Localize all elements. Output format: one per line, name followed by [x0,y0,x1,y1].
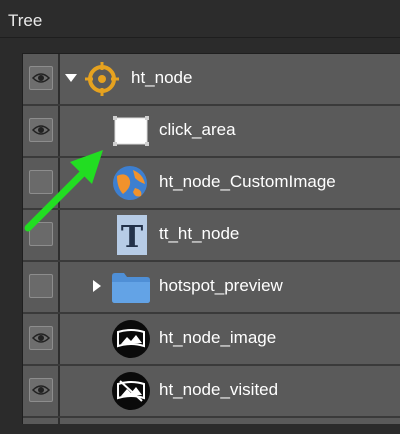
eye-icon [31,333,51,343]
panorama-visited-icon [112,372,150,410]
tree-item-label: ht_node_image [159,328,277,347]
tree-item-label: hotspot_preview [159,276,283,295]
panel-header: Tree [0,0,400,38]
tree-view: ht_node click_area ht_node_CustomImage T… [22,53,400,424]
visibility-toggle[interactable] [29,274,53,298]
tree-empty-area [23,418,400,424]
tree-item-label: click_area [159,120,236,139]
tree-row-ht-node-visited[interactable]: ht_node_visited [23,366,400,418]
tree-row-ht-node[interactable]: ht_node [23,54,400,106]
visibility-toggle[interactable] [29,118,53,142]
tree-item-label: ht_node [131,68,193,87]
eye-icon [31,73,51,83]
tree-item-label: tt_ht_node [159,224,240,243]
svg-text:T: T [121,220,144,255]
visibility-toggle[interactable] [29,326,53,350]
tree-panel: ht_node click_area ht_node_CustomImage T… [0,38,400,434]
tree-item-label: ht_node_visited [159,380,279,399]
expand-triangle-right-icon[interactable] [91,280,103,292]
tree-row-tt-ht-node[interactable]: T tt_ht_node [23,210,400,262]
tree-item-label: ht_node_CustomImage [159,172,336,191]
visibility-toggle[interactable] [29,378,53,402]
tree-row-hotspot-preview[interactable]: hotspot_preview [23,262,400,314]
text-T-icon: T [117,215,147,255]
folder-icon [112,273,150,303]
tree-row-ht-node-customimage[interactable]: ht_node_CustomImage [23,158,400,210]
tree-row-ht-node-image[interactable]: ht_node_image [23,314,400,366]
panorama-image-icon [112,320,150,358]
crosshair-target-icon [85,62,119,96]
globe-image-icon [113,166,147,200]
eye-icon [31,125,51,135]
white-rectangle-icon [113,116,149,146]
visibility-toggle[interactable] [29,222,53,246]
visibility-toggle[interactable] [29,66,53,90]
visibility-toggle[interactable] [29,170,53,194]
expand-triangle-down-icon[interactable] [65,72,77,84]
tree-row-click-area[interactable]: click_area [23,106,400,158]
panel-title: Tree [8,11,43,30]
eye-icon [31,385,51,395]
